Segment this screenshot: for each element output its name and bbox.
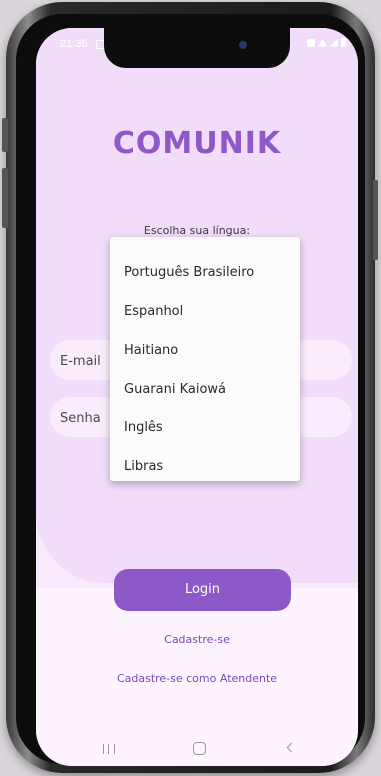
battery-icon	[341, 38, 346, 47]
power-button	[373, 180, 378, 260]
signal-icon	[330, 38, 338, 47]
volume-down-button	[2, 168, 8, 228]
phone-screen: 21:35 COMUNIK Escolha sua língua: E-mail…	[36, 28, 358, 766]
language-option-guarani[interactable]: Guarani Kaiowá	[124, 382, 226, 397]
wifi-icon	[318, 38, 327, 47]
recent-apps-icon[interactable]	[103, 744, 115, 754]
back-icon[interactable]	[286, 742, 297, 753]
navigation-bar	[36, 730, 358, 766]
language-option-haitiano[interactable]: Haitiano	[124, 343, 178, 358]
notch	[104, 28, 290, 68]
status-time: 21:35	[60, 38, 88, 50]
front-camera	[239, 41, 247, 49]
signup-link[interactable]: Cadastre-se	[36, 633, 358, 646]
app-title: COMUNIK	[112, 126, 282, 161]
login-button-label: Login	[184, 582, 221, 597]
status-icons	[307, 38, 346, 47]
volume-up-button	[2, 118, 8, 152]
email-label: E-mail	[60, 354, 101, 369]
signup-attendant-link[interactable]: Cadastre-se como Atendente	[36, 672, 358, 685]
language-option-libras[interactable]: Libras	[124, 459, 163, 474]
language-option-ingles[interactable]: Inglês	[124, 420, 163, 435]
alarm-icon	[307, 38, 315, 47]
language-option-espanhol[interactable]: Espanhol	[124, 304, 183, 319]
language-option-portugues[interactable]: Português Brasileiro	[124, 265, 254, 280]
home-icon[interactable]	[193, 742, 206, 755]
login-button[interactable]: Login	[114, 569, 291, 611]
password-label: Senha	[60, 411, 101, 426]
language-dropdown-menu: Português Brasileiro Espanhol Haitiano G…	[110, 237, 300, 481]
language-label: Escolha sua língua:	[143, 224, 251, 237]
